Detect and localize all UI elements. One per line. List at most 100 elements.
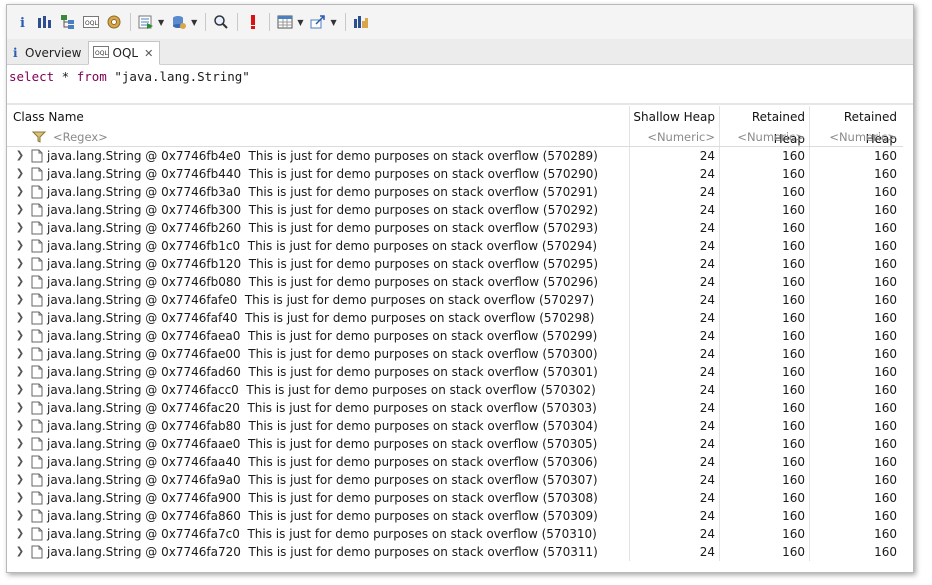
tab-overview[interactable]: i Overview	[7, 42, 88, 64]
search-icon[interactable]	[210, 11, 232, 33]
table-row[interactable]: ❯ java.lang.String @ 0x7746fb4e0 This is …	[7, 147, 903, 165]
compare-icon[interactable]	[350, 11, 372, 33]
run-report-icon[interactable]	[135, 11, 157, 33]
filter-icon	[32, 131, 47, 143]
retained-heap-cell-2: 160	[809, 147, 901, 165]
chevron-right-icon[interactable]: ❯	[13, 471, 27, 489]
splitter[interactable]	[7, 103, 913, 105]
table-row[interactable]: ❯ java.lang.String @ 0x7746faea0 This is …	[7, 327, 903, 345]
chevron-right-icon[interactable]: ❯	[13, 183, 27, 201]
table-row[interactable]: ❯ java.lang.String @ 0x7746faa40 This is …	[7, 453, 903, 471]
retained-heap-cell: 160	[719, 219, 809, 237]
column-header-retained-heap-2[interactable]: Retained Heap	[809, 106, 901, 146]
thread-gear-icon[interactable]	[103, 11, 125, 33]
chevron-right-icon[interactable]: ❯	[13, 507, 27, 525]
table-row[interactable]: ❯ java.lang.String @ 0x7746fae00 This is …	[7, 345, 903, 363]
export-icon[interactable]	[307, 11, 329, 33]
chevron-right-icon[interactable]: ❯	[13, 201, 27, 219]
query-browser-icon[interactable]	[168, 11, 190, 33]
class-name-text: java.lang.String @ 0x7746fa9a0 This is j…	[47, 473, 598, 487]
numeric-filter[interactable]: <Numeric>	[629, 128, 719, 146]
object-icon	[31, 221, 43, 235]
class-name-cell: ❯ java.lang.String @ 0x7746fb1c0 This is …	[7, 237, 629, 255]
shallow-heap-cell: 24	[629, 489, 719, 507]
column-header-retained-heap[interactable]: Retained Heap	[719, 106, 809, 146]
chevron-right-icon[interactable]: ❯	[13, 309, 27, 327]
chevron-right-icon[interactable]: ❯	[13, 291, 27, 309]
class-name-text: java.lang.String @ 0x7746faae0 This is j…	[47, 437, 598, 451]
oql-icon[interactable]: OQL	[80, 11, 102, 33]
regex-filter-cell[interactable]: <Regex>	[7, 128, 629, 146]
table-row[interactable]: ❯ java.lang.String @ 0x7746fa860 This is …	[7, 507, 903, 525]
table-row[interactable]: ❯ java.lang.String @ 0x7746fab80 This is …	[7, 417, 903, 435]
numeric-filter[interactable]: <Numeric>	[809, 128, 901, 146]
chevron-down-icon[interactable]: ▼	[158, 18, 164, 27]
histogram-icon[interactable]	[34, 11, 56, 33]
filter-row: <Regex> <Numeric> <Numeric> <Numeric>	[7, 128, 903, 147]
class-name-text: java.lang.String @ 0x7746fb4e0 This is j…	[47, 149, 598, 163]
table-row[interactable]: ❯ java.lang.String @ 0x7746fa7c0 This is …	[7, 525, 903, 543]
chevron-down-icon[interactable]: ▼	[297, 18, 303, 27]
table-row[interactable]: ❯ java.lang.String @ 0x7746fa9a0 This is …	[7, 471, 903, 489]
column-header-shallow-heap[interactable]: Shallow Heap	[629, 106, 719, 128]
table-row[interactable]: ❯ java.lang.String @ 0x7746fb1c0 This is …	[7, 237, 903, 255]
chevron-right-icon[interactable]: ❯	[13, 399, 27, 417]
shallow-heap-cell: 24	[629, 147, 719, 165]
table-row[interactable]: ❯ java.lang.String @ 0x7746fb120 This is …	[7, 255, 903, 273]
chevron-right-icon[interactable]: ❯	[13, 327, 27, 345]
chevron-right-icon[interactable]: ❯	[13, 417, 27, 435]
chevron-right-icon[interactable]: ❯	[13, 435, 27, 453]
chevron-right-icon[interactable]: ❯	[13, 525, 27, 543]
chevron-right-icon[interactable]: ❯	[13, 255, 27, 273]
chevron-right-icon[interactable]: ❯	[13, 363, 27, 381]
shallow-heap-cell: 24	[629, 327, 719, 345]
dominator-tree-icon[interactable]	[57, 11, 79, 33]
class-name-text: java.lang.String @ 0x7746fa900 This is j…	[47, 491, 598, 505]
table-row[interactable]: ❯ java.lang.String @ 0x7746facc0 This is …	[7, 381, 903, 399]
class-name-cell: ❯ java.lang.String @ 0x7746faa40 This is …	[7, 453, 629, 471]
retained-heap-cell-2: 160	[809, 435, 901, 453]
chevron-right-icon[interactable]: ❯	[13, 273, 27, 291]
retained-heap-cell-2: 160	[809, 399, 901, 417]
table-row[interactable]: ❯ java.lang.String @ 0x7746fb300 This is …	[7, 201, 903, 219]
table-row[interactable]: ❯ java.lang.String @ 0x7746faae0 This is …	[7, 435, 903, 453]
table-row[interactable]: ❯ java.lang.String @ 0x7746fac20 This is …	[7, 399, 903, 417]
chevron-down-icon[interactable]: ▼	[191, 18, 197, 27]
shallow-heap-cell: 24	[629, 183, 719, 201]
table-row[interactable]: ❯ java.lang.String @ 0x7746fb080 This is …	[7, 273, 903, 291]
class-name-text: java.lang.String @ 0x7746faea0 This is j…	[47, 329, 598, 343]
svg-text:OQL: OQL	[85, 20, 98, 27]
chevron-right-icon[interactable]: ❯	[13, 381, 27, 399]
chevron-right-icon[interactable]: ❯	[13, 219, 27, 237]
table-row[interactable]: ❯ java.lang.String @ 0x7746fb3a0 This is …	[7, 183, 903, 201]
chevron-right-icon[interactable]: ❯	[13, 345, 27, 363]
calculator-icon[interactable]	[274, 11, 296, 33]
toolbar-separator	[130, 13, 131, 31]
table-row[interactable]: ❯ java.lang.String @ 0x7746fafe0 This is …	[7, 291, 903, 309]
table-row[interactable]: ❯ java.lang.String @ 0x7746fa900 This is …	[7, 489, 903, 507]
close-icon[interactable]: ✕	[144, 47, 153, 60]
svg-text:i: i	[20, 16, 25, 29]
object-icon	[31, 545, 43, 559]
chevron-right-icon[interactable]: ❯	[13, 165, 27, 183]
chevron-right-icon[interactable]: ❯	[13, 147, 27, 165]
retained-heap-cell: 160	[719, 471, 809, 489]
query-keyword: from	[76, 69, 107, 84]
column-header-class-name[interactable]: Class Name	[7, 106, 629, 128]
chevron-down-icon[interactable]: ▼	[330, 18, 336, 27]
table-row[interactable]: ❯ java.lang.String @ 0x7746fb260 This is …	[7, 219, 903, 237]
table-row[interactable]: ❯ java.lang.String @ 0x7746fad60 This is …	[7, 363, 903, 381]
chevron-right-icon[interactable]: ❯	[13, 237, 27, 255]
leak-suspect-icon[interactable]	[242, 11, 264, 33]
object-icon	[31, 329, 43, 343]
retained-heap-cell: 160	[719, 363, 809, 381]
table-row[interactable]: ❯ java.lang.String @ 0x7746fb440 This is …	[7, 165, 903, 183]
info-icon[interactable]: i	[11, 11, 33, 33]
object-icon	[31, 491, 43, 505]
tab-oql[interactable]: OQL OQL ✕	[87, 41, 161, 65]
chevron-right-icon[interactable]: ❯	[13, 453, 27, 471]
chevron-right-icon[interactable]: ❯	[13, 489, 27, 507]
toolbar: i OQL ▼ ▼ ▼ ▼	[7, 5, 913, 39]
table-row[interactable]: ❯ java.lang.String @ 0x7746faf40 This is …	[7, 309, 903, 327]
numeric-filter[interactable]: <Numeric>	[719, 128, 809, 146]
